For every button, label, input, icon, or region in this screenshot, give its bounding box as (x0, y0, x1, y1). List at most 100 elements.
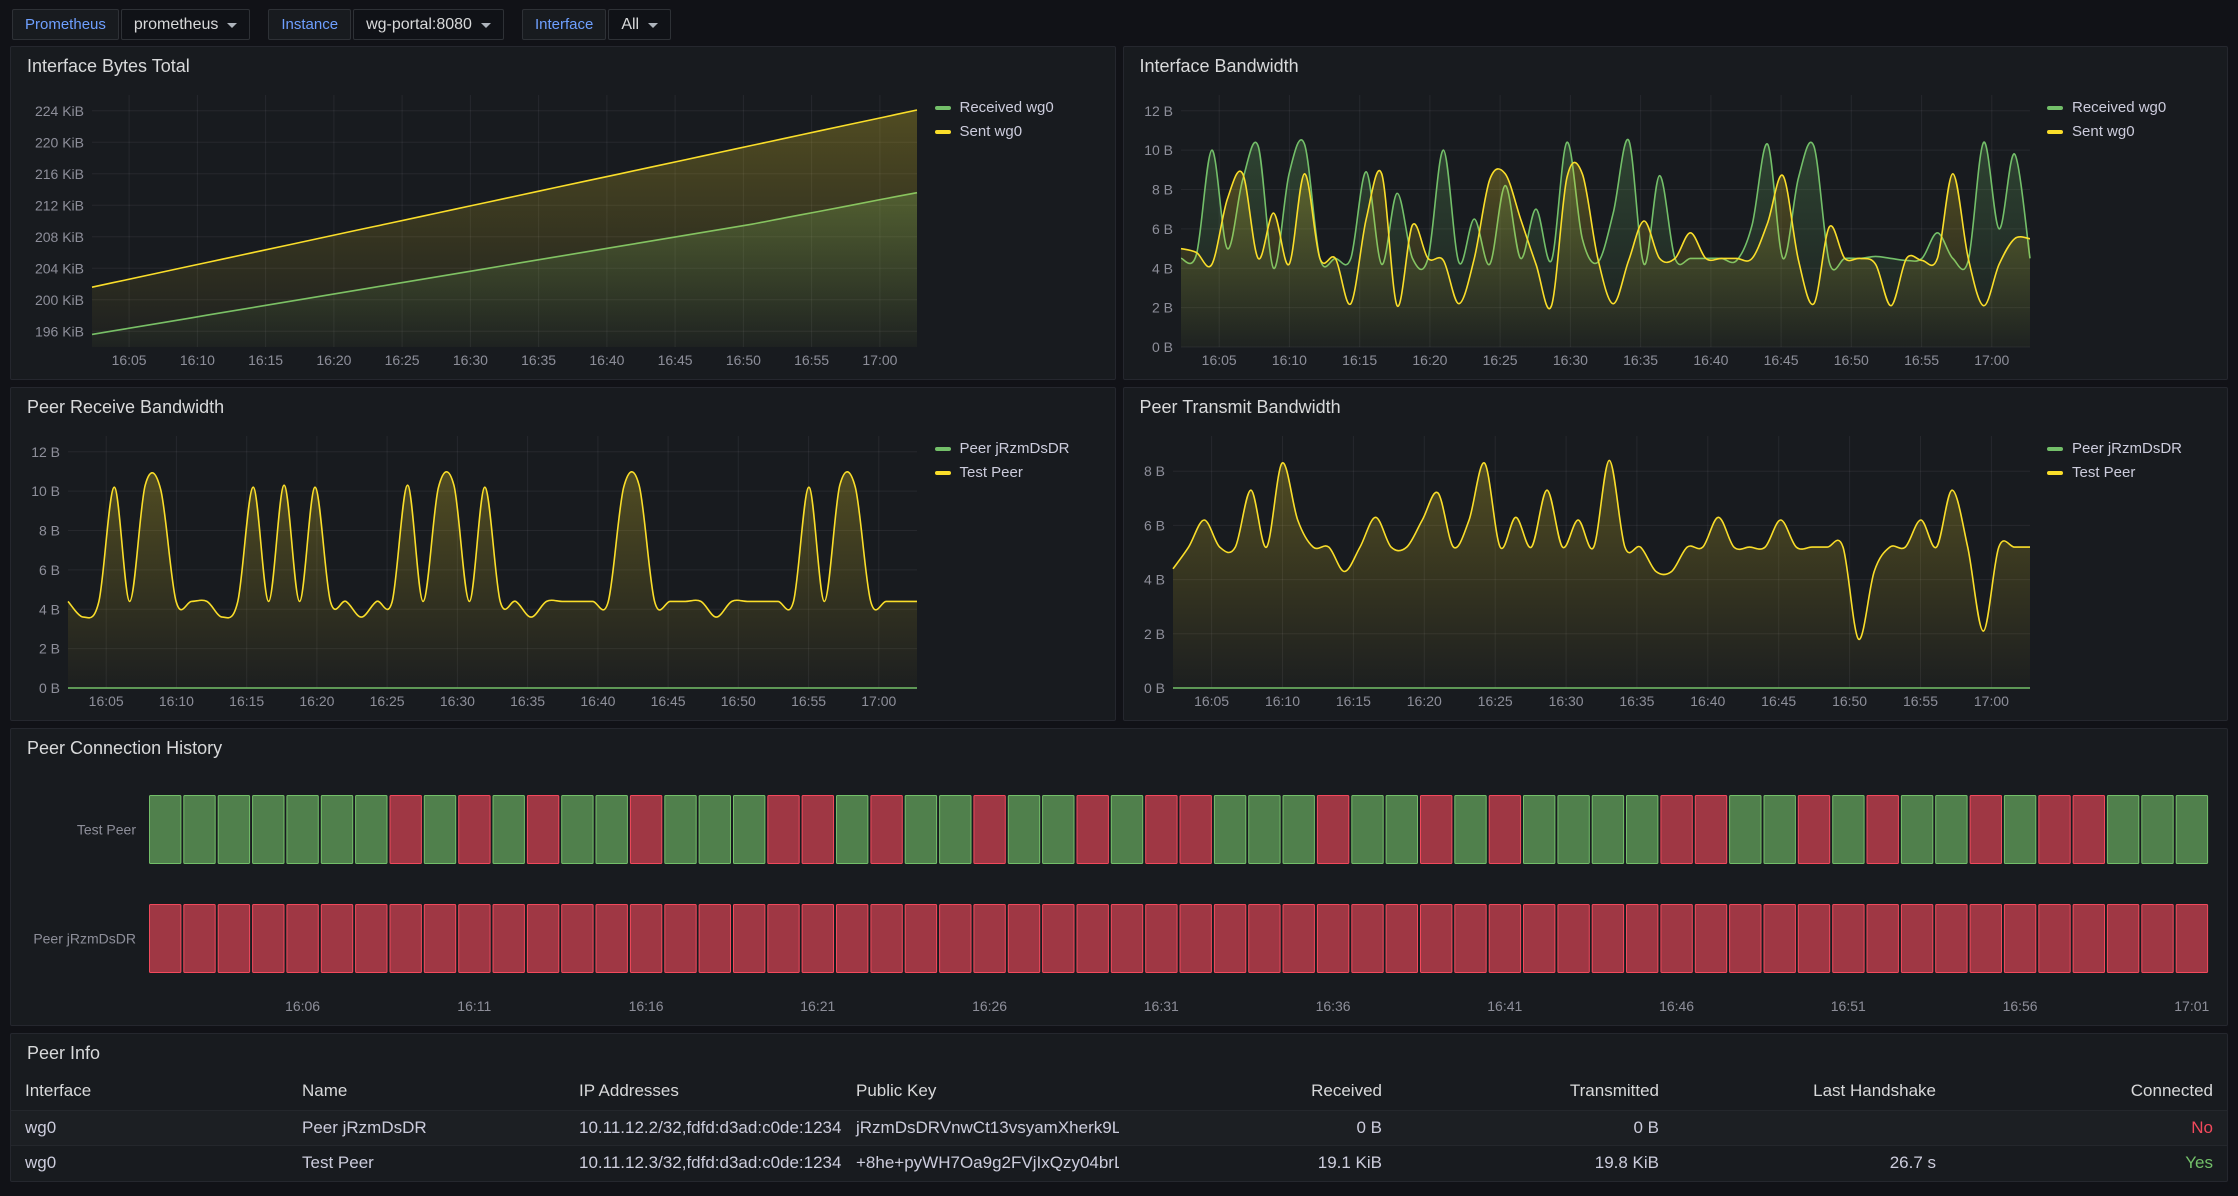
state-bar[interactable] (1867, 796, 1898, 864)
legend-item-received-wg0[interactable]: Received wg0 (2047, 99, 2213, 116)
state-bar[interactable] (1043, 796, 1074, 864)
state-bar[interactable] (390, 796, 421, 864)
legend-item-sent-wg0[interactable]: Sent wg0 (935, 123, 1101, 140)
state-bar[interactable] (1558, 905, 1589, 973)
state-bar[interactable] (974, 905, 1005, 973)
state-bar[interactable] (1970, 796, 2001, 864)
state-bar[interactable] (596, 905, 627, 973)
state-bar[interactable] (493, 905, 524, 973)
state-bar[interactable] (1489, 905, 1520, 973)
state-bar[interactable] (1352, 796, 1383, 864)
state-bar[interactable] (1592, 905, 1623, 973)
state-bar[interactable] (1180, 796, 1211, 864)
state-bar[interactable] (1695, 796, 1726, 864)
state-bar[interactable] (1627, 905, 1658, 973)
state-bar[interactable] (1421, 796, 1452, 864)
state-bar[interactable] (1798, 796, 1829, 864)
state-bar[interactable] (356, 905, 387, 973)
state-bar[interactable] (1592, 796, 1623, 864)
state-bar[interactable] (665, 905, 696, 973)
state-bar[interactable] (630, 796, 661, 864)
state-bar[interactable] (1730, 905, 1761, 973)
state-bar[interactable] (1077, 905, 1108, 973)
state-bar[interactable] (184, 905, 215, 973)
panel-title[interactable]: Peer Transmit Bandwidth (1124, 388, 2228, 426)
state-bar[interactable] (905, 796, 936, 864)
state-bar[interactable] (699, 796, 730, 864)
panel-title[interactable]: Peer Receive Bandwidth (11, 388, 1115, 426)
state-bar[interactable] (2107, 796, 2138, 864)
state-bar[interactable] (321, 905, 352, 973)
state-bar[interactable] (253, 796, 284, 864)
state-bar[interactable] (424, 796, 455, 864)
state-bar[interactable] (356, 796, 387, 864)
state-bar[interactable] (1901, 905, 1932, 973)
state-bar[interactable] (1901, 796, 1932, 864)
state-bar[interactable] (2176, 905, 2207, 973)
legend-item-peer-jrzmdsdr[interactable]: Peer jRzmDsDR (2047, 440, 2213, 457)
state-bar[interactable] (1111, 796, 1142, 864)
state-bar[interactable] (871, 796, 902, 864)
state-bar[interactable] (1317, 905, 1348, 973)
state-bar[interactable] (1764, 905, 1795, 973)
state-bar[interactable] (459, 905, 490, 973)
variable-dropdown-prometheus[interactable]: prometheus (121, 9, 251, 40)
state-bar[interactable] (1936, 796, 1967, 864)
state-bar[interactable] (1524, 796, 1555, 864)
state-bar[interactable] (150, 905, 181, 973)
state-bar[interactable] (1489, 796, 1520, 864)
state-bar[interactable] (1249, 905, 1280, 973)
state-bar[interactable] (802, 796, 833, 864)
legend-item-test-peer[interactable]: Test Peer (2047, 464, 2213, 481)
state-bar[interactable] (287, 796, 318, 864)
state-bar[interactable] (218, 796, 249, 864)
state-bar[interactable] (1661, 905, 1692, 973)
state-timeline-chart[interactable]: Test PeerPeer jRzmDsDR16:0616:1116:1616:… (19, 767, 2219, 1019)
timeseries-chart[interactable]: 0 B2 B4 B6 B8 B10 B12 B16:0516:1016:1516… (1132, 85, 2038, 373)
state-bar[interactable] (287, 905, 318, 973)
state-bar[interactable] (1352, 905, 1383, 973)
state-bar[interactable] (1833, 796, 1864, 864)
state-bar[interactable] (2142, 796, 2173, 864)
state-bar[interactable] (2039, 796, 2070, 864)
state-bar[interactable] (1695, 905, 1726, 973)
state-bar[interactable] (562, 796, 593, 864)
state-bar[interactable] (1008, 796, 1039, 864)
state-bar[interactable] (2039, 905, 2070, 973)
state-bar[interactable] (2073, 796, 2104, 864)
state-bar[interactable] (1524, 905, 1555, 973)
state-bar[interactable] (2142, 905, 2173, 973)
table-header-last-handshake[interactable]: Last Handshake (1673, 1072, 1950, 1110)
state-bar[interactable] (1008, 905, 1039, 973)
state-bar[interactable] (1043, 905, 1074, 973)
state-bar[interactable] (905, 905, 936, 973)
state-bar[interactable] (699, 905, 730, 973)
state-bar[interactable] (1111, 905, 1142, 973)
state-bar[interactable] (321, 796, 352, 864)
state-bar[interactable] (1146, 905, 1177, 973)
state-bar[interactable] (1970, 905, 2001, 973)
timeseries-chart[interactable]: 0 B2 B4 B6 B8 B16:0516:1016:1516:2016:25… (1132, 426, 2038, 714)
state-bar[interactable] (1317, 796, 1348, 864)
variable-dropdown-instance[interactable]: wg-portal:8080 (353, 9, 504, 40)
state-bar[interactable] (1386, 905, 1417, 973)
state-bar[interactable] (390, 905, 421, 973)
variable-dropdown-interface[interactable]: All (608, 9, 671, 40)
legend-item-sent-wg0[interactable]: Sent wg0 (2047, 123, 2213, 140)
state-bar[interactable] (940, 905, 971, 973)
state-bar[interactable] (802, 905, 833, 973)
state-bar[interactable] (940, 796, 971, 864)
state-bar[interactable] (1661, 796, 1692, 864)
panel-title[interactable]: Interface Bytes Total (11, 47, 1115, 85)
timeseries-chart[interactable]: 0 B2 B4 B6 B8 B10 B12 B16:0516:1016:1516… (19, 426, 925, 714)
state-bar[interactable] (1558, 796, 1589, 864)
state-bar[interactable] (1077, 796, 1108, 864)
panel-title[interactable]: Peer Info (11, 1034, 2227, 1072)
state-bar[interactable] (150, 796, 181, 864)
state-bar[interactable] (1833, 905, 1864, 973)
state-bar[interactable] (1249, 796, 1280, 864)
state-bar[interactable] (1730, 796, 1761, 864)
state-bar[interactable] (734, 905, 765, 973)
legend-item-received-wg0[interactable]: Received wg0 (935, 99, 1101, 116)
state-bar[interactable] (1455, 796, 1486, 864)
